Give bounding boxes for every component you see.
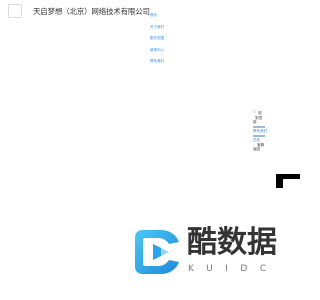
side-contact-link[interactable]: 联系我们 [253, 129, 271, 134]
side-divider [253, 135, 265, 137]
back-to-top-label-3: 部 [253, 120, 257, 124]
floating-widget[interactable] [276, 174, 300, 188]
side-return-label[interactable]: 返回 [253, 147, 271, 152]
brand-name: 酷数据 [187, 225, 277, 260]
main-nav: 首页 关于我们 服务范围 新闻中心 联系我们 [150, 10, 164, 68]
brand-watermark: 酷数据 KUIDC [131, 226, 283, 278]
brand-subtitle: KUIDC [188, 264, 279, 274]
side-divider [253, 126, 265, 128]
brand-play-icon [135, 230, 179, 274]
nav-item-services[interactable]: 服务范围 [150, 33, 164, 45]
logo-placeholder[interactable] [8, 4, 22, 18]
nav-item-contact[interactable]: 联系我们 [150, 56, 164, 68]
nav-item-news[interactable]: 新闻中心 [150, 45, 164, 57]
floating-side-panel: ^ 回 到顶 部 联系我们 在线 ◦ 客服 返回 [253, 111, 271, 152]
nav-item-home[interactable]: 首页 [150, 10, 164, 22]
company-name: 天启梦想（北京）网络技术有限公司 [33, 7, 150, 16]
nav-item-about[interactable]: 关于我们 [150, 22, 164, 34]
